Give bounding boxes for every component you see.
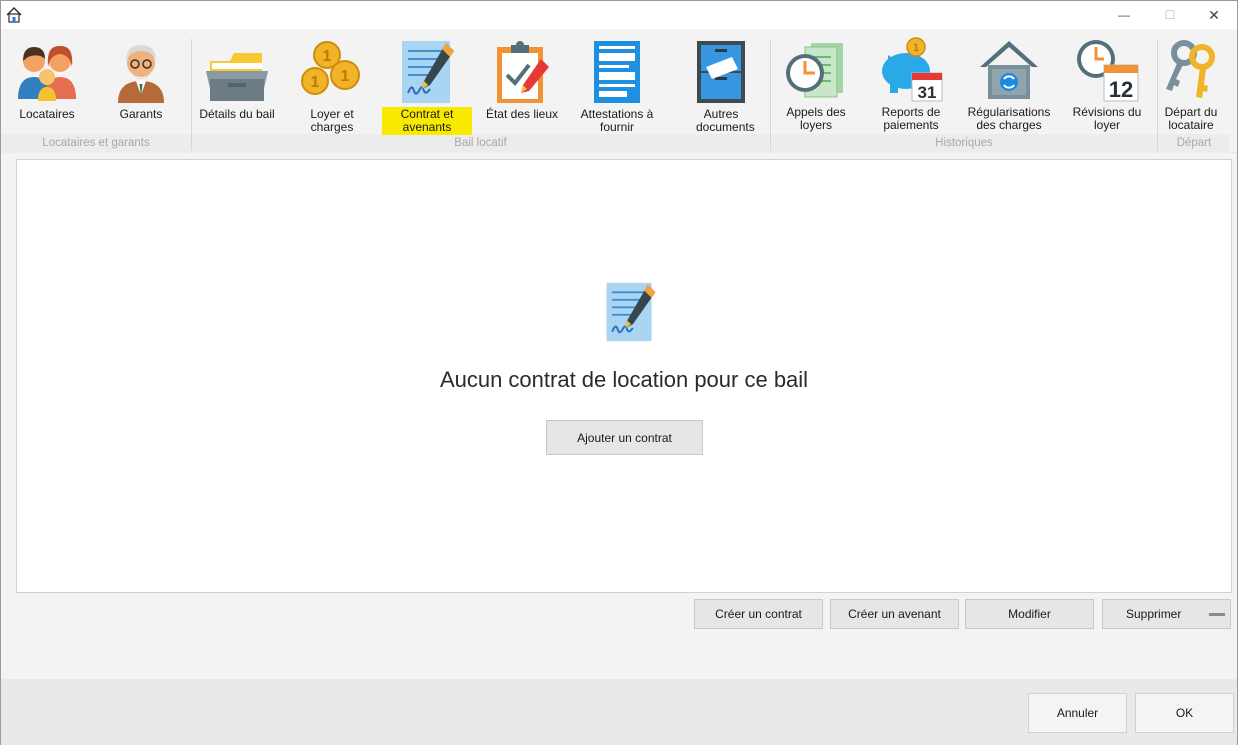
group-label-departure: Départ: [1176, 137, 1212, 149]
ribbon-label-details-bail: Détails du bail: [199, 107, 275, 121]
maximize-button[interactable]: ☐: [1147, 1, 1193, 29]
charges-regularization-icon: [980, 41, 1038, 99]
ribbon-item-garants[interactable]: Garants: [101, 35, 181, 135]
svg-text:1: 1: [311, 74, 320, 91]
house-app-icon: [6, 7, 22, 23]
checklist-icon: [497, 41, 549, 103]
ribbon-separator: [191, 39, 192, 151]
ribbon-item-details-bail[interactable]: Détails du bail: [194, 35, 280, 135]
empty-state-message: Aucun contrat de location pour ce bail: [439, 367, 809, 392]
dropdown-dash-icon[interactable]: [1209, 613, 1225, 616]
ribbon-item-regularisations[interactable]: Régularisations des charges: [959, 33, 1059, 133]
minimize-button[interactable]: —: [1101, 1, 1147, 29]
ribbon-label-loyer-charges: Loyer et charges: [310, 107, 354, 134]
dialog-window: — ☐ ✕ Locataires Garants Détails du bail…: [0, 0, 1238, 745]
ribbon-label-attestations: Attestations à fournir: [580, 107, 654, 134]
ribbon-label-autres-documents: Autres documents: [696, 107, 755, 134]
revision-date-text: 12: [1109, 77, 1133, 102]
guarantor-icon: [118, 45, 164, 103]
svg-text:1: 1: [323, 48, 332, 65]
close-icon: ✕: [1208, 6, 1220, 23]
title-bar: — ☐ ✕: [1, 1, 1237, 29]
ribbon-item-autres-documents[interactable]: Autres documents: [678, 35, 764, 135]
ribbon-label-reports-paiements: Reports de paiements: [881, 105, 941, 132]
lease-details-icon: [206, 53, 268, 101]
rent-revision-icon: 12: [1077, 40, 1139, 102]
piggy-bank-icon: 1 31: [882, 37, 943, 102]
delete-button-label: Supprimer: [1126, 607, 1182, 621]
create-amendment-button[interactable]: Créer un avenant: [830, 599, 959, 629]
contract-icon: [606, 282, 656, 342]
ribbon-label-revisions-loyer: Révisions du loyer: [1072, 105, 1142, 132]
ok-button[interactable]: OK: [1135, 693, 1234, 733]
cancel-button[interactable]: Annuler: [1028, 693, 1127, 733]
ribbon-label-locataires: Locataires: [19, 107, 75, 121]
svg-text:1: 1: [341, 68, 350, 85]
ribbon-label-etat-lieux: État des lieux: [485, 107, 559, 121]
ribbon-separator: [770, 39, 771, 151]
ribbon-label-depart-locataire: Départ du locataire: [1164, 105, 1218, 132]
keys-icon: [1166, 40, 1215, 98]
ribbon-item-etat-lieux[interactable]: État des lieux: [479, 35, 565, 135]
rent-calls-icon: [786, 43, 843, 98]
ribbon-item-depart-locataire[interactable]: Départ du locataire: [1158, 33, 1224, 133]
contract-icon: [402, 41, 454, 103]
ribbon-label-garants: Garants: [119, 107, 163, 121]
minimize-icon: —: [1118, 8, 1130, 22]
ribbon-label-contrat-avenants: Contrat et avenants: [382, 107, 472, 135]
ribbon-item-revisions-loyer[interactable]: 12 Révisions du loyer: [1064, 33, 1150, 133]
tenants-icon: [18, 45, 76, 101]
ribbon-item-appels-loyers[interactable]: Appels des loyers: [773, 33, 859, 133]
contracts-panel: Aucun contrat de location pour ce bail A…: [16, 159, 1232, 593]
piggy-date-text: 31: [918, 83, 937, 102]
attestation-icon: [594, 41, 640, 103]
svg-text:1: 1: [913, 42, 919, 54]
add-contract-button[interactable]: Ajouter un contrat: [546, 420, 703, 455]
ribbon-item-locataires[interactable]: Locataires: [7, 35, 87, 135]
ribbon-item-contrat-avenants[interactable]: Contrat et avenants: [374, 35, 480, 135]
ribbon-label-regularisations: Régularisations des charges: [967, 105, 1051, 132]
ribbon: Locataires Garants Détails du bail 1 1 1…: [1, 29, 1237, 153]
filing-cabinet-icon: [697, 41, 745, 103]
create-contract-button[interactable]: Créer un contrat: [694, 599, 823, 629]
ribbon-item-reports-paiements[interactable]: 1 31 Reports de paiements: [868, 33, 954, 133]
group-label-lease: Bail locatif: [454, 137, 507, 149]
coins-icon: 1 1 1: [301, 41, 360, 95]
ribbon-label-appels-loyers: Appels des loyers: [786, 105, 846, 132]
delete-button[interactable]: Supprimer: [1102, 599, 1231, 629]
ribbon-item-attestations[interactable]: Attestations à fournir: [574, 35, 660, 135]
maximize-icon: ☐: [1164, 8, 1176, 22]
group-label-tenants: Locataires et garants: [42, 137, 150, 149]
ribbon-item-loyer-charges[interactable]: 1 1 1 Loyer et charges: [289, 35, 375, 135]
group-label-history: Historiques: [935, 137, 993, 149]
close-button[interactable]: ✕: [1191, 1, 1237, 29]
modify-button[interactable]: Modifier: [965, 599, 1094, 629]
